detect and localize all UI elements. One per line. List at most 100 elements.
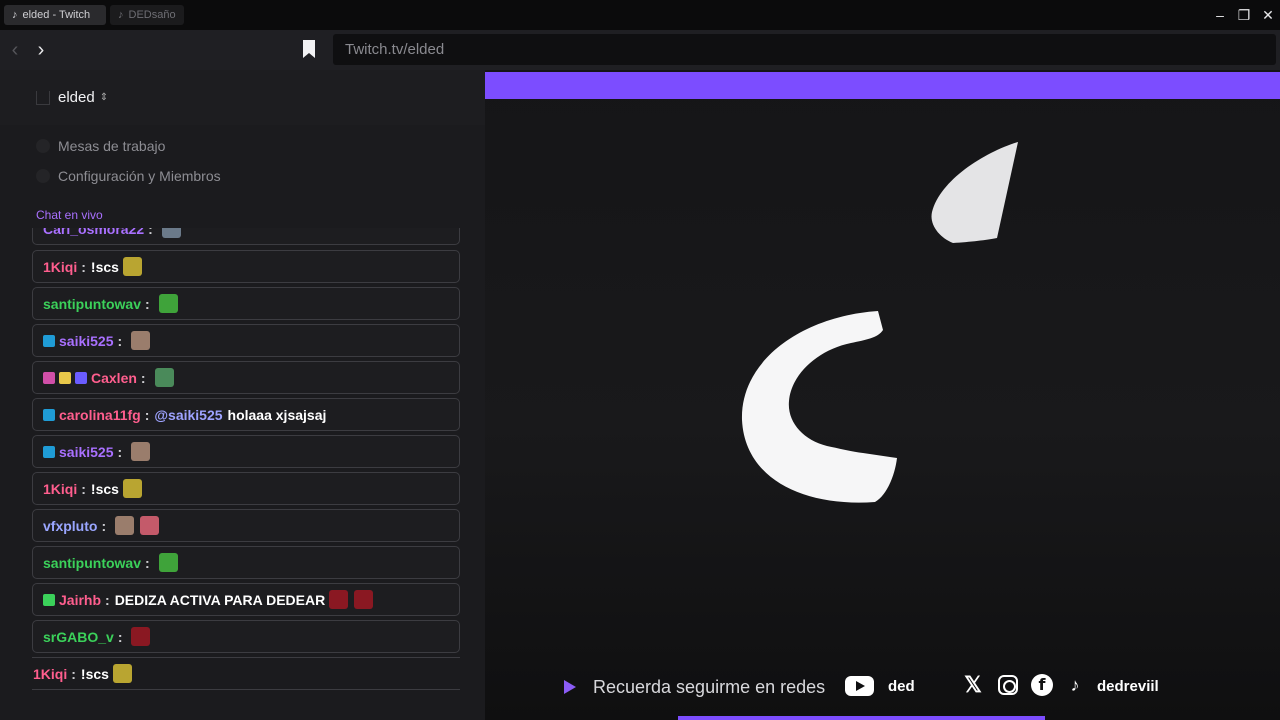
chat-message: Caxlen: <box>32 361 460 394</box>
chat-emote-icon <box>154 368 174 387</box>
chat-message: Jairhb: DEDIZA ACTIVA PARA DEDEAR <box>32 583 460 616</box>
title-bar: ♪ elded - Twitch ♪ DEDsaño – ❐ ✕ <box>0 0 1280 30</box>
chat-emote-icon <box>122 257 142 276</box>
tab-label: DEDsaño <box>128 9 176 21</box>
chat-username[interactable]: saiki525 <box>59 333 114 349</box>
chat-message: 1Kiqi: !scs <box>32 657 460 690</box>
chat-emote-icon <box>329 590 349 609</box>
chat-badge-icon <box>75 371 87 384</box>
youtube-icon <box>845 676 874 696</box>
chat-emote-icon <box>131 442 151 461</box>
tiktok-tab-icon: ♪ <box>118 9 124 21</box>
chat-username[interactable]: santipuntowav <box>43 555 141 571</box>
chat-separator: : <box>145 554 150 571</box>
chat-message: 1Kiqi: !scs <box>32 472 460 505</box>
chat-username[interactable]: saiki525 <box>59 444 114 460</box>
chat-text: !scs <box>90 258 119 275</box>
chat-badge-icon <box>43 371 55 384</box>
window-controls: – ❐ ✕ <box>1208 0 1280 30</box>
chat-message: carolina11fg: @saiki525 holaaa xjsajsaj <box>32 398 460 431</box>
navigation-bar: ‹ › Twitch.tv/elded <box>0 30 1280 70</box>
settings-icon <box>36 169 50 183</box>
chat-emote-icon <box>131 331 151 350</box>
chat-separator: : <box>81 258 86 275</box>
bookmark-icon[interactable] <box>303 40 315 58</box>
chat-emote-icon <box>354 590 374 609</box>
chat-separator: : <box>117 443 123 460</box>
tiktok-icon: ♪ <box>1070 675 1080 695</box>
chat-username[interactable]: Jairhb <box>59 592 101 608</box>
ded-logo-graphic <box>741 142 1018 503</box>
workspace-name: elded <box>58 89 95 106</box>
chat-separator: : <box>71 665 76 682</box>
chat-message: Carl_osmora22: <box>32 228 460 245</box>
chat-separator: : <box>140 369 146 386</box>
chat-message: vfxpluto: <box>32 509 460 542</box>
social-handle: dedreviil <box>1097 678 1159 695</box>
tab-elded-twitch[interactable]: ♪ elded - Twitch <box>4 5 106 25</box>
youtube-name: ded <box>888 678 915 695</box>
forward-icon[interactable]: › <box>30 39 52 62</box>
stream-player[interactable]: Recuerda seguirme en redes ded 𝕏 f ♪ ded… <box>485 70 1280 720</box>
chat-message: santipuntowav: <box>32 287 460 320</box>
tab-dedsano[interactable]: ♪ DEDsaño <box>110 5 184 25</box>
chat-separator: : <box>105 591 110 608</box>
back-icon[interactable]: ‹ <box>4 39 26 62</box>
minimize-icon[interactable]: – <box>1208 7 1232 23</box>
chat-text: !scs <box>90 480 119 497</box>
sidebar: elded ⇕ Mesas de trabajo Configuración y… <box>0 70 485 720</box>
chat-text: holaaa xjsajsaj <box>227 406 327 423</box>
chat-username[interactable]: Carl_osmora22 <box>43 228 144 237</box>
chat-badge-icon <box>43 334 55 347</box>
chevron-updown-icon: ⇕ <box>99 92 109 103</box>
chat-message: saiki525: <box>32 324 460 357</box>
chat-separator: : <box>101 517 107 534</box>
chat-badge-icon <box>43 408 55 421</box>
tab-label: elded - Twitch <box>22 9 91 21</box>
close-icon[interactable]: ✕ <box>1256 7 1280 24</box>
chat-separator: : <box>81 480 86 497</box>
chat-username[interactable]: 1Kiqi <box>33 666 67 682</box>
chat-emote-icon <box>140 516 160 535</box>
chat-emote-icon <box>161 228 181 238</box>
restore-icon[interactable]: ❐ <box>1232 7 1256 24</box>
table-icon <box>36 139 50 153</box>
chat-separator: : <box>144 406 150 423</box>
chat-emote-icon <box>158 294 178 313</box>
chat-badge-icon <box>43 445 55 458</box>
chat-separator: : <box>117 628 123 645</box>
chat-message: srGABO_v: <box>32 620 460 653</box>
chat-separator: : <box>148 228 153 237</box>
menu-label: Configuración y Miembros <box>58 168 221 184</box>
chat-badge-icon <box>59 371 71 384</box>
chat-username[interactable]: Caxlen <box>91 370 137 386</box>
chat-message: santipuntowav: <box>32 546 460 579</box>
progress-bar <box>678 716 1045 720</box>
chat-username[interactable]: vfxpluto <box>43 518 97 534</box>
chat-username[interactable]: carolina11fg <box>59 407 141 423</box>
chat-username[interactable]: 1Kiqi <box>43 259 77 275</box>
chat-message: 1Kiqi: !scs <box>32 250 460 283</box>
menu-item-mesas[interactable]: Mesas de trabajo <box>36 138 165 154</box>
logo-leaf-shape <box>931 142 1018 243</box>
chat-emote-icon <box>115 516 135 535</box>
chat-list[interactable]: Carl_osmora22:1Kiqi: !scs santipuntowav: sa… <box>32 228 460 703</box>
url-input[interactable]: Twitch.tv/elded <box>333 34 1276 65</box>
workspace-selector[interactable]: elded ⇕ <box>0 70 485 125</box>
chat-emote-icon <box>131 627 151 646</box>
chat-mention[interactable]: @saiki525 <box>154 407 222 423</box>
chat-username[interactable]: santipuntowav <box>43 296 141 312</box>
stream-footer: Recuerda seguirme en redes ded 𝕏 f ♪ ded… <box>485 668 1280 708</box>
chat-section-label: Chat en vivo <box>36 208 103 222</box>
instagram-icon <box>998 675 1018 695</box>
chat-badge-icon <box>43 593 55 606</box>
chat-separator: : <box>145 295 150 312</box>
tiktok-tab-icon: ♪ <box>12 9 18 21</box>
menu-item-config[interactable]: Configuración y Miembros <box>36 168 221 184</box>
chat-text: DEDIZA ACTIVA PARA DEDEAR <box>114 591 326 608</box>
chat-username[interactable]: srGABO_v <box>43 629 114 645</box>
chat-username[interactable]: 1Kiqi <box>43 481 77 497</box>
x-icon: 𝕏 <box>964 672 982 697</box>
chat-separator: : <box>117 332 123 349</box>
play-icon <box>564 680 576 694</box>
